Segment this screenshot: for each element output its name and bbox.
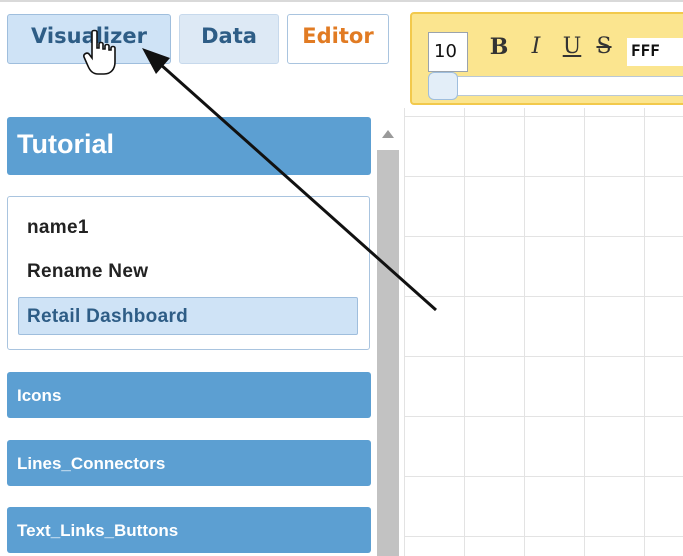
accordion-tutorial[interactable]: Tutorial [7, 117, 371, 175]
format-toolbar: 10 B I U S FFF [410, 12, 683, 105]
triangle-up-icon [382, 130, 394, 138]
color-input[interactable]: FFF [627, 38, 683, 66]
toolbar-slider[interactable] [428, 76, 683, 96]
scroll-up-button[interactable] [377, 124, 399, 144]
accordion-text-links-buttons-label: Text_Links_Buttons [17, 521, 179, 540]
accordion-icons-label: Icons [17, 386, 62, 405]
slider-handle[interactable] [428, 72, 458, 100]
tutorial-list: name1 Rename New Retail Dashboard [7, 196, 370, 350]
list-item-name1[interactable]: name1 [18, 209, 358, 247]
top-border [0, 0, 683, 2]
design-canvas[interactable] [404, 108, 683, 556]
tab-visualizer-label: Visualizer [31, 24, 147, 48]
tab-editor[interactable]: Editor [287, 14, 389, 64]
font-size-input[interactable]: 10 [428, 32, 468, 72]
strikethrough-button[interactable]: S [591, 34, 617, 68]
underline-button[interactable]: U [559, 34, 585, 68]
tab-editor-label: Editor [302, 24, 374, 48]
accordion-lines-connectors[interactable]: Lines_Connectors [7, 440, 371, 486]
accordion-icons[interactable]: Icons [7, 372, 371, 418]
scrollbar-thumb[interactable] [377, 150, 399, 556]
tab-data-label: Data [201, 24, 257, 48]
list-item-rename-new[interactable]: Rename New [18, 253, 358, 291]
tab-data[interactable]: Data [179, 14, 279, 64]
italic-button[interactable]: I [523, 34, 549, 68]
tab-visualizer[interactable]: Visualizer [7, 14, 171, 64]
accordion-lines-connectors-label: Lines_Connectors [17, 454, 166, 473]
bold-button[interactable]: B [486, 34, 512, 68]
accordion-tutorial-label: Tutorial [17, 129, 114, 159]
accordion-text-links-buttons[interactable]: Text_Links_Buttons [7, 507, 371, 553]
list-item-retail-dashboard[interactable]: Retail Dashboard [18, 297, 358, 335]
